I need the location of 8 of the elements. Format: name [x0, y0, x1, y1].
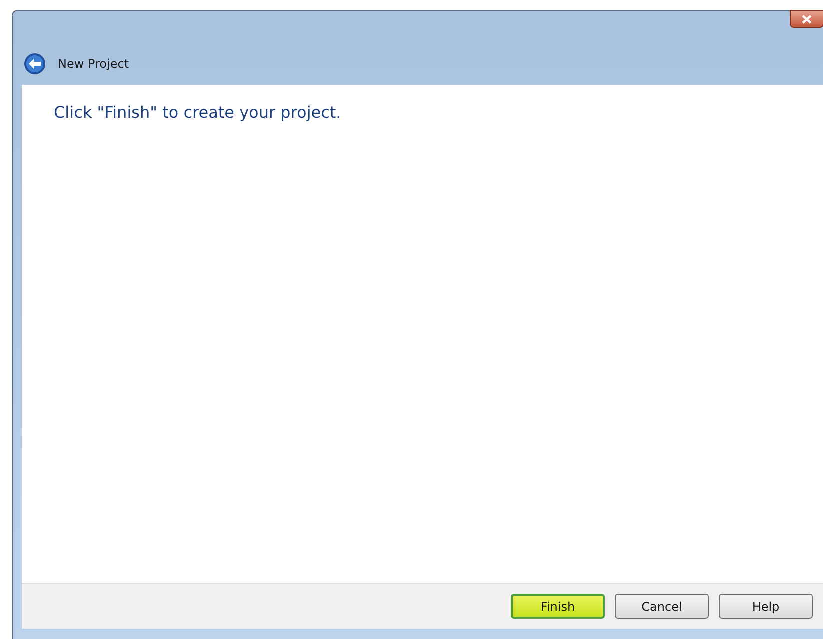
- dialog-button[interactable]: Cancel: [615, 594, 709, 619]
- instruction-text: Click "Finish" to create your project.: [54, 103, 342, 122]
- dialog-button[interactable]: Help: [719, 594, 813, 619]
- back-arrow-icon[interactable]: [24, 53, 46, 75]
- close-button[interactable]: [790, 10, 823, 28]
- window-title: New Project: [58, 57, 130, 71]
- dialog-button[interactable]: Finish: [511, 594, 605, 619]
- close-icon: [802, 14, 812, 24]
